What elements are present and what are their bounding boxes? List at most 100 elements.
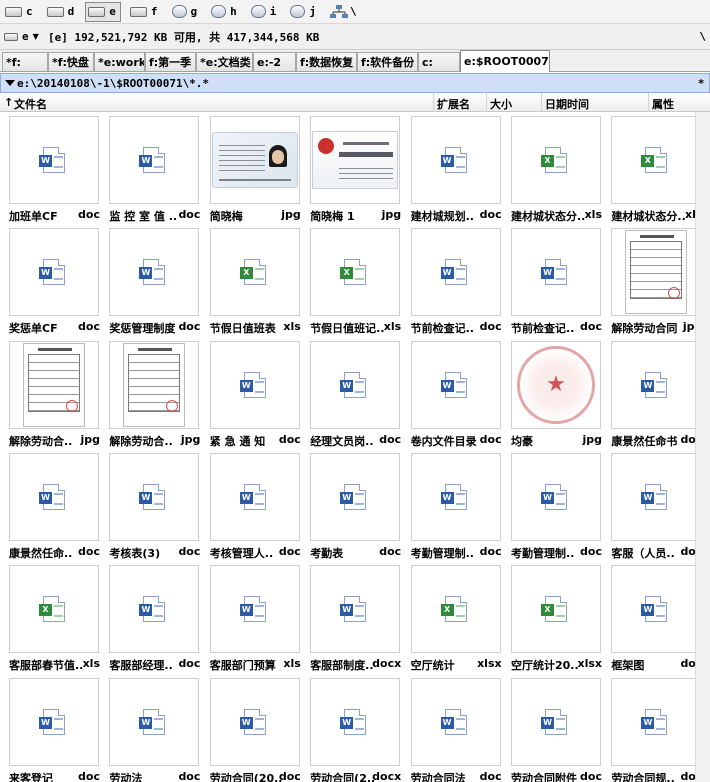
file-tile[interactable]: W 康景然任命书 doc	[602, 337, 702, 449]
file-tile[interactable]: X 节假日值班记.. xls	[301, 224, 401, 336]
file-thumbnail[interactable]: W	[209, 340, 300, 429]
column-divider[interactable]	[486, 93, 487, 112]
file-thumbnail[interactable]	[611, 228, 702, 317]
column-date[interactable]: 日期时间	[545, 96, 589, 112]
file-tile[interactable]: W监 控 室 值 .. doc	[100, 112, 200, 224]
file-thumbnail[interactable]: W	[611, 452, 702, 541]
file-tile[interactable]: W 考核表(3) doc	[100, 449, 200, 561]
file-tile[interactable]: W 劳动合同法 doc	[402, 674, 502, 782]
file-thumbnail[interactable]	[109, 340, 200, 429]
drive-button-h[interactable]: h	[208, 2, 242, 22]
file-tile[interactable]: W 劳动合同(2.. docx	[301, 674, 401, 782]
file-tile[interactable]: W 客服部制度.. docx	[301, 561, 401, 673]
drive-selector[interactable]: e ▼	[0, 30, 48, 43]
file-tile[interactable]: W 劳动合同附件 doc	[502, 674, 602, 782]
column-name[interactable]: 文件名	[14, 96, 47, 112]
tab-6[interactable]: f:数据恢复	[296, 52, 357, 71]
file-thumbnail[interactable]: X	[611, 116, 702, 204]
file-tile[interactable]: W 节前检查记.. doc	[402, 224, 502, 336]
tab-4[interactable]: *e:文档类	[196, 52, 253, 71]
file-thumbnail[interactable]: W	[611, 565, 702, 654]
file-tile[interactable]: W 节前检查记.. doc	[502, 224, 602, 336]
drive-button-f[interactable]: f	[127, 2, 163, 22]
file-tile[interactable]: X 建材城状态分.. xls	[602, 112, 702, 224]
file-thumbnail[interactable]: W	[209, 677, 300, 766]
file-tile[interactable]: 解除劳动合.. jpg	[0, 337, 100, 449]
file-thumbnail[interactable]: W	[611, 340, 702, 429]
vertical-scrollbar[interactable]	[695, 112, 710, 782]
file-thumbnail[interactable]: W	[310, 340, 401, 429]
file-thumbnail[interactable]: X	[310, 228, 401, 317]
file-thumbnail[interactable]: X	[511, 116, 601, 204]
file-thumbnail[interactable]: W	[611, 677, 702, 766]
file-thumbnail[interactable]: W	[410, 340, 501, 429]
file-thumbnail[interactable]: W	[310, 677, 401, 766]
file-thumbnail[interactable]: W	[511, 452, 601, 541]
file-tile[interactable]: W 奖惩管理制度 doc	[100, 224, 200, 336]
file-tile[interactable]: W 考勤管理制.. doc	[402, 449, 502, 561]
filter-star[interactable]: *	[698, 77, 704, 90]
file-tile[interactable]: 简晓梅 1 jpg	[301, 112, 401, 224]
file-tile[interactable]: W 劳动法 doc	[100, 674, 200, 782]
file-thumbnail[interactable]: W	[9, 116, 99, 204]
file-tile[interactable]: W 考勤表 doc	[301, 449, 401, 561]
column-attr[interactable]: 属性	[652, 96, 674, 112]
file-thumbnail[interactable]: W	[410, 677, 501, 766]
drive-button-network[interactable]: \	[327, 2, 362, 22]
column-divider[interactable]	[433, 93, 434, 112]
file-tile[interactable]: W 康景然任命.. doc	[0, 449, 100, 561]
chevron-down-icon[interactable]	[5, 80, 15, 86]
file-thumbnail[interactable]: X	[410, 565, 501, 654]
file-thumbnail[interactable]: W	[511, 228, 601, 317]
drive-button-c[interactable]: c	[2, 2, 38, 22]
file-thumbnail[interactable]: W	[9, 452, 99, 541]
file-tile[interactable]: W紧 急 通 知 doc	[201, 337, 301, 449]
drive-button-g[interactable]: g	[169, 2, 203, 22]
current-path[interactable]: e:\20140108\-1\$ROOT00071\*.*	[17, 77, 209, 90]
file-tile[interactable]: W 客服（人员.. doc	[602, 449, 702, 561]
file-thumbnail[interactable]: ★	[511, 340, 601, 429]
file-tile[interactable]: W 经理文员岗.. doc	[301, 337, 401, 449]
tab-3[interactable]: f:第一季	[145, 52, 196, 71]
file-thumbnail[interactable]: W	[410, 116, 501, 204]
file-thumbnail[interactable]: X	[9, 565, 99, 654]
file-thumbnail[interactable]	[209, 116, 300, 204]
file-tile[interactable]: W 加班单CF doc	[0, 112, 100, 224]
tab-1[interactable]: *f:快盘	[48, 52, 94, 71]
file-tile[interactable]: W 客服部门预算 xls	[201, 561, 301, 673]
file-tile[interactable]: W 劳动合同(20.. doc	[201, 674, 301, 782]
file-tile[interactable]: W 客服部经理.. doc	[100, 561, 200, 673]
tab-7[interactable]: f:软件备份	[357, 52, 418, 71]
column-size[interactable]: 大小	[490, 96, 512, 112]
file-thumbnail[interactable]: W	[511, 677, 601, 766]
file-thumbnail[interactable]: W	[109, 452, 200, 541]
file-thumbnail[interactable]: W	[109, 228, 200, 317]
drive-button-j[interactable]: j	[287, 2, 321, 22]
file-tile[interactable]: W 框架图 doc	[602, 561, 702, 673]
file-tile[interactable]: X 建材城状态分.. xls	[502, 112, 602, 224]
file-tile[interactable]: X 客服部春节值.. xls	[0, 561, 100, 673]
file-thumbnail[interactable]: W	[209, 565, 300, 654]
file-thumbnail[interactable]: W	[310, 452, 401, 541]
tab-9[interactable]: e:$ROOT00071	[460, 50, 550, 72]
file-thumbnail[interactable]: W	[109, 677, 200, 766]
tab-8[interactable]: c:	[418, 52, 460, 71]
file-thumbnail[interactable]: W	[109, 565, 200, 654]
file-thumbnail[interactable]: X	[511, 565, 601, 654]
file-thumbnail[interactable]: W	[9, 677, 99, 766]
file-tile[interactable]: 解除劳动合同 jpg	[602, 224, 702, 336]
file-tile[interactable]: 简晓梅 jpg	[201, 112, 301, 224]
file-tile[interactable]: X 空厅统计20.. xlsx	[502, 561, 602, 673]
column-divider[interactable]	[648, 93, 649, 112]
file-tile[interactable]: W 考核管理人.. doc	[201, 449, 301, 561]
column-divider[interactable]	[541, 93, 542, 112]
drive-button-i[interactable]: i	[248, 2, 282, 22]
tab-0[interactable]: *f:	[2, 52, 48, 71]
drive-button-e[interactable]: e	[85, 1, 121, 22]
file-thumbnail[interactable]: W	[410, 228, 501, 317]
column-ext[interactable]: 扩展名	[437, 96, 470, 112]
file-tile[interactable]: W 建材城规划.. doc	[402, 112, 502, 224]
file-thumbnail[interactable]: X	[209, 228, 300, 317]
file-thumbnail[interactable]: W	[109, 116, 200, 204]
file-tile[interactable]: W 劳动合同规.. doc	[602, 674, 702, 782]
